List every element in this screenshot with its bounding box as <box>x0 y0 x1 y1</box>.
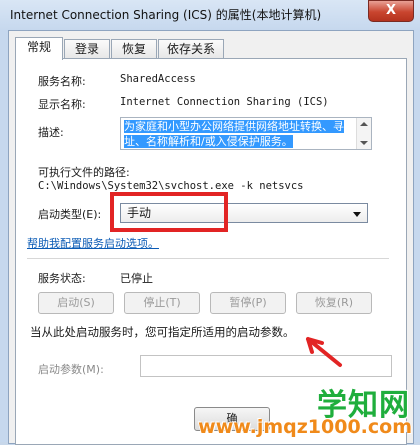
exe-path-value: C:\Windows\System32\svchost.exe -k netsv… <box>38 180 304 192</box>
properties-window: Internet Connection Sharing (ICS) 的属性(本地… <box>0 0 420 445</box>
service-name-value: SharedAccess <box>120 73 196 85</box>
separator <box>27 258 389 259</box>
tab-logon[interactable]: 登录 <box>64 39 110 59</box>
service-status-value: 已停止 <box>120 272 153 285</box>
close-button[interactable]: X <box>368 0 414 22</box>
scroll-down-icon[interactable] <box>360 141 368 145</box>
title-bar[interactable]: Internet Connection Sharing (ICS) 的属性(本地… <box>0 0 420 28</box>
description-line-1: 为家庭和小型办公网络提供网络地址转换、寻 <box>124 120 344 133</box>
watermark-url: www.jmqz1000.com <box>198 416 412 438</box>
highlight-box <box>110 192 228 232</box>
chevron-down-icon <box>353 212 361 217</box>
resume-button[interactable]: 恢复(R) <box>296 292 372 314</box>
display-name-value: Internet Connection Sharing (ICS) <box>120 96 329 108</box>
window-title: Internet Connection Sharing (ICS) 的属性(本地… <box>10 8 322 22</box>
start-button[interactable]: 启动(S) <box>38 292 114 314</box>
service-status-label: 服务状态: <box>38 272 86 285</box>
pause-button[interactable]: 暂停(P) <box>210 292 286 314</box>
help-configure-link[interactable]: 帮助我配置服务启动选项。 <box>27 235 159 251</box>
arrow-pointer-icon <box>306 337 342 367</box>
tab-general[interactable]: 常规 <box>15 37 63 60</box>
tab-dependencies[interactable]: 依存关系 <box>158 39 224 59</box>
service-name-label: 服务名称: <box>38 75 86 88</box>
watermark-logo: 学知网 www.jmqz1000.com <box>198 380 418 440</box>
exe-path-label: 可执行文件的路径: <box>38 166 130 179</box>
startup-type-label: 启动类型(E): <box>38 208 102 221</box>
start-params-hint: 当从此处启动服务时，您可指定所适用的启动参数。 <box>30 325 295 339</box>
description-label: 描述: <box>38 126 64 139</box>
description-scrollbar[interactable] <box>356 118 371 149</box>
start-params-label: 启动参数(M): <box>38 363 104 376</box>
stop-button[interactable]: 停止(T) <box>124 292 200 314</box>
description-box[interactable]: 为家庭和小型办公网络提供网络地址转换、寻 址、名称解析和/或入侵保护服务。 <box>120 117 372 150</box>
tab-recovery[interactable]: 恢复 <box>111 39 157 59</box>
scroll-up-icon[interactable] <box>360 122 368 126</box>
display-name-label: 显示名称: <box>38 98 86 111</box>
description-line-2: 址、名称解析和/或入侵保护服务。 <box>124 135 293 148</box>
